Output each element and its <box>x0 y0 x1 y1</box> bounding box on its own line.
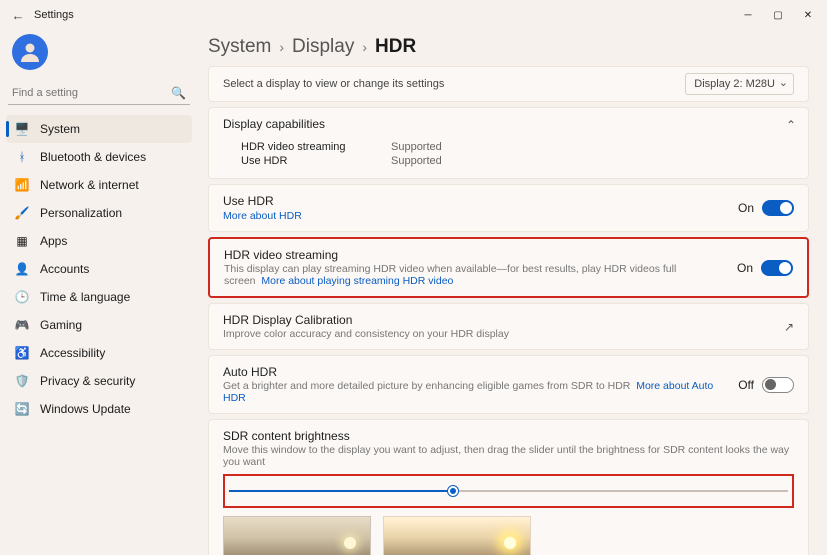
slider-fill <box>229 490 453 492</box>
nav-privacy[interactable]: 🛡️ Privacy & security <box>6 367 192 395</box>
auto-hdr-row: Auto HDR Get a brighter and more detaile… <box>208 355 809 414</box>
nav-label: System <box>40 122 80 136</box>
search-icon: 🔍 <box>171 86 186 100</box>
stream-state: On <box>737 261 753 275</box>
sdr-desc: Move this window to the display you want… <box>223 444 794 468</box>
titlebar: ← Settings ─ ▢ ✕ <box>0 0 827 30</box>
use-hdr-toggle[interactable] <box>762 200 794 216</box>
sidebar: 🔍 🖥️ System ᚼ Bluetooth & devices 📶 Network… <box>0 30 198 555</box>
preview-sdr: SDR content <box>223 516 371 555</box>
stream-toggle[interactable] <box>761 260 793 276</box>
nav-label: Bluetooth & devices <box>40 150 146 164</box>
use-hdr-link[interactable]: More about HDR <box>223 210 302 222</box>
nav-personalization[interactable]: 🖌️ Personalization <box>6 199 192 227</box>
crumb-hdr: HDR <box>375 36 416 58</box>
crumb-display[interactable]: Display <box>292 36 354 58</box>
nav-label: Windows Update <box>40 402 131 416</box>
slider-thumb[interactable] <box>448 486 458 496</box>
window-controls: ─ ▢ ✕ <box>733 3 823 27</box>
stream-link[interactable]: More about playing streaming HDR video <box>261 275 453 287</box>
accounts-icon: 👤 <box>14 261 30 277</box>
sdr-brightness-card: SDR content brightness Move this window … <box>208 419 809 555</box>
search-input[interactable] <box>12 87 171 99</box>
minimize-button[interactable]: ─ <box>733 3 763 27</box>
nav-accessibility[interactable]: ♿ Accessibility <box>6 339 192 367</box>
maximize-button[interactable]: ▢ <box>763 3 793 27</box>
search-box[interactable]: 🔍 <box>8 84 190 105</box>
capabilities-header: Display capabilities <box>223 117 782 131</box>
use-hdr-row: Use HDR More about HDR On <box>208 184 809 232</box>
nav-label: Gaming <box>40 318 82 332</box>
shield-icon: 🛡️ <box>14 373 30 389</box>
back-button[interactable]: ← <box>4 8 32 23</box>
close-button[interactable]: ✕ <box>793 3 823 27</box>
wifi-icon: 📶 <box>14 177 30 193</box>
nav-time[interactable]: 🕒 Time & language <box>6 283 192 311</box>
nav-apps[interactable]: ▦ Apps <box>6 227 192 255</box>
external-link-icon[interactable]: ↗ <box>784 320 794 334</box>
display-capabilities-card[interactable]: Display capabilities HDR video streaming… <box>208 107 809 179</box>
nav-bluetooth[interactable]: ᚼ Bluetooth & devices <box>6 143 192 171</box>
paint-icon: 🖌️ <box>14 205 30 221</box>
chevron-right-icon: › <box>279 39 284 55</box>
chevron-right-icon: › <box>362 39 367 55</box>
nav-label: Personalization <box>40 206 122 220</box>
use-hdr-title: Use HDR <box>223 194 738 208</box>
display-selector-label: Select a display to view or change its s… <box>223 78 444 90</box>
sdr-brightness-slider[interactable] <box>229 484 788 498</box>
bluetooth-icon: ᚼ <box>14 149 30 165</box>
accessibility-icon: ♿ <box>14 345 30 361</box>
display-selector[interactable]: Display 2: M28U <box>685 73 794 95</box>
nav-system[interactable]: 🖥️ System <box>6 115 192 143</box>
hdr-preview-image <box>383 516 531 555</box>
crumb-system[interactable]: System <box>208 36 271 58</box>
stream-title: HDR video streaming <box>224 248 737 262</box>
auto-desc: Get a brighter and more detailed picture… <box>223 380 630 392</box>
gaming-icon: 🎮 <box>14 317 30 333</box>
auto-title: Auto HDR <box>223 365 738 379</box>
auto-state: Off <box>738 378 754 392</box>
window-title: Settings <box>34 9 74 21</box>
sdr-slider-container <box>223 474 794 508</box>
calibration-row[interactable]: HDR Display Calibration Improve color ac… <box>208 303 809 350</box>
nav-network[interactable]: 📶 Network & internet <box>6 171 192 199</box>
cap-key: HDR video streaming <box>241 141 361 153</box>
nav-label: Time & language <box>40 290 130 304</box>
nav-accounts[interactable]: 👤 Accounts <box>6 255 192 283</box>
use-hdr-state: On <box>738 201 754 215</box>
calib-desc: Improve color accuracy and consistency o… <box>223 328 776 340</box>
system-icon: 🖥️ <box>14 121 30 137</box>
nav-label: Apps <box>40 234 67 248</box>
cap-value: Supported <box>391 141 442 153</box>
nav-label: Accessibility <box>40 346 105 360</box>
sdr-title: SDR content brightness <box>223 429 794 443</box>
cap-key: Use HDR <box>241 155 361 167</box>
display-selector-row: Select a display to view or change its s… <box>208 66 809 102</box>
nav-update[interactable]: 🔄 Windows Update <box>6 395 192 423</box>
nav-label: Network & internet <box>40 178 139 192</box>
preview-images: SDR content HDR content (for comparison) <box>223 516 794 555</box>
update-icon: 🔄 <box>14 401 30 417</box>
user-avatar[interactable] <box>12 34 48 70</box>
main-content: System › Display › HDR Select a display … <box>198 30 827 555</box>
calib-title: HDR Display Calibration <box>223 313 776 327</box>
nav-label: Accounts <box>40 262 89 276</box>
breadcrumb: System › Display › HDR <box>208 36 809 58</box>
hdr-streaming-row: HDR video streaming This display can pla… <box>208 237 809 298</box>
cap-value: Supported <box>391 155 442 167</box>
nav-label: Privacy & security <box>40 374 135 388</box>
clock-icon: 🕒 <box>14 289 30 305</box>
preview-hdr: HDR content (for comparison) <box>383 516 531 555</box>
auto-hdr-toggle[interactable] <box>762 377 794 393</box>
sdr-preview-image <box>223 516 371 555</box>
nav-gaming[interactable]: 🎮 Gaming <box>6 311 192 339</box>
apps-icon: ▦ <box>14 233 30 249</box>
